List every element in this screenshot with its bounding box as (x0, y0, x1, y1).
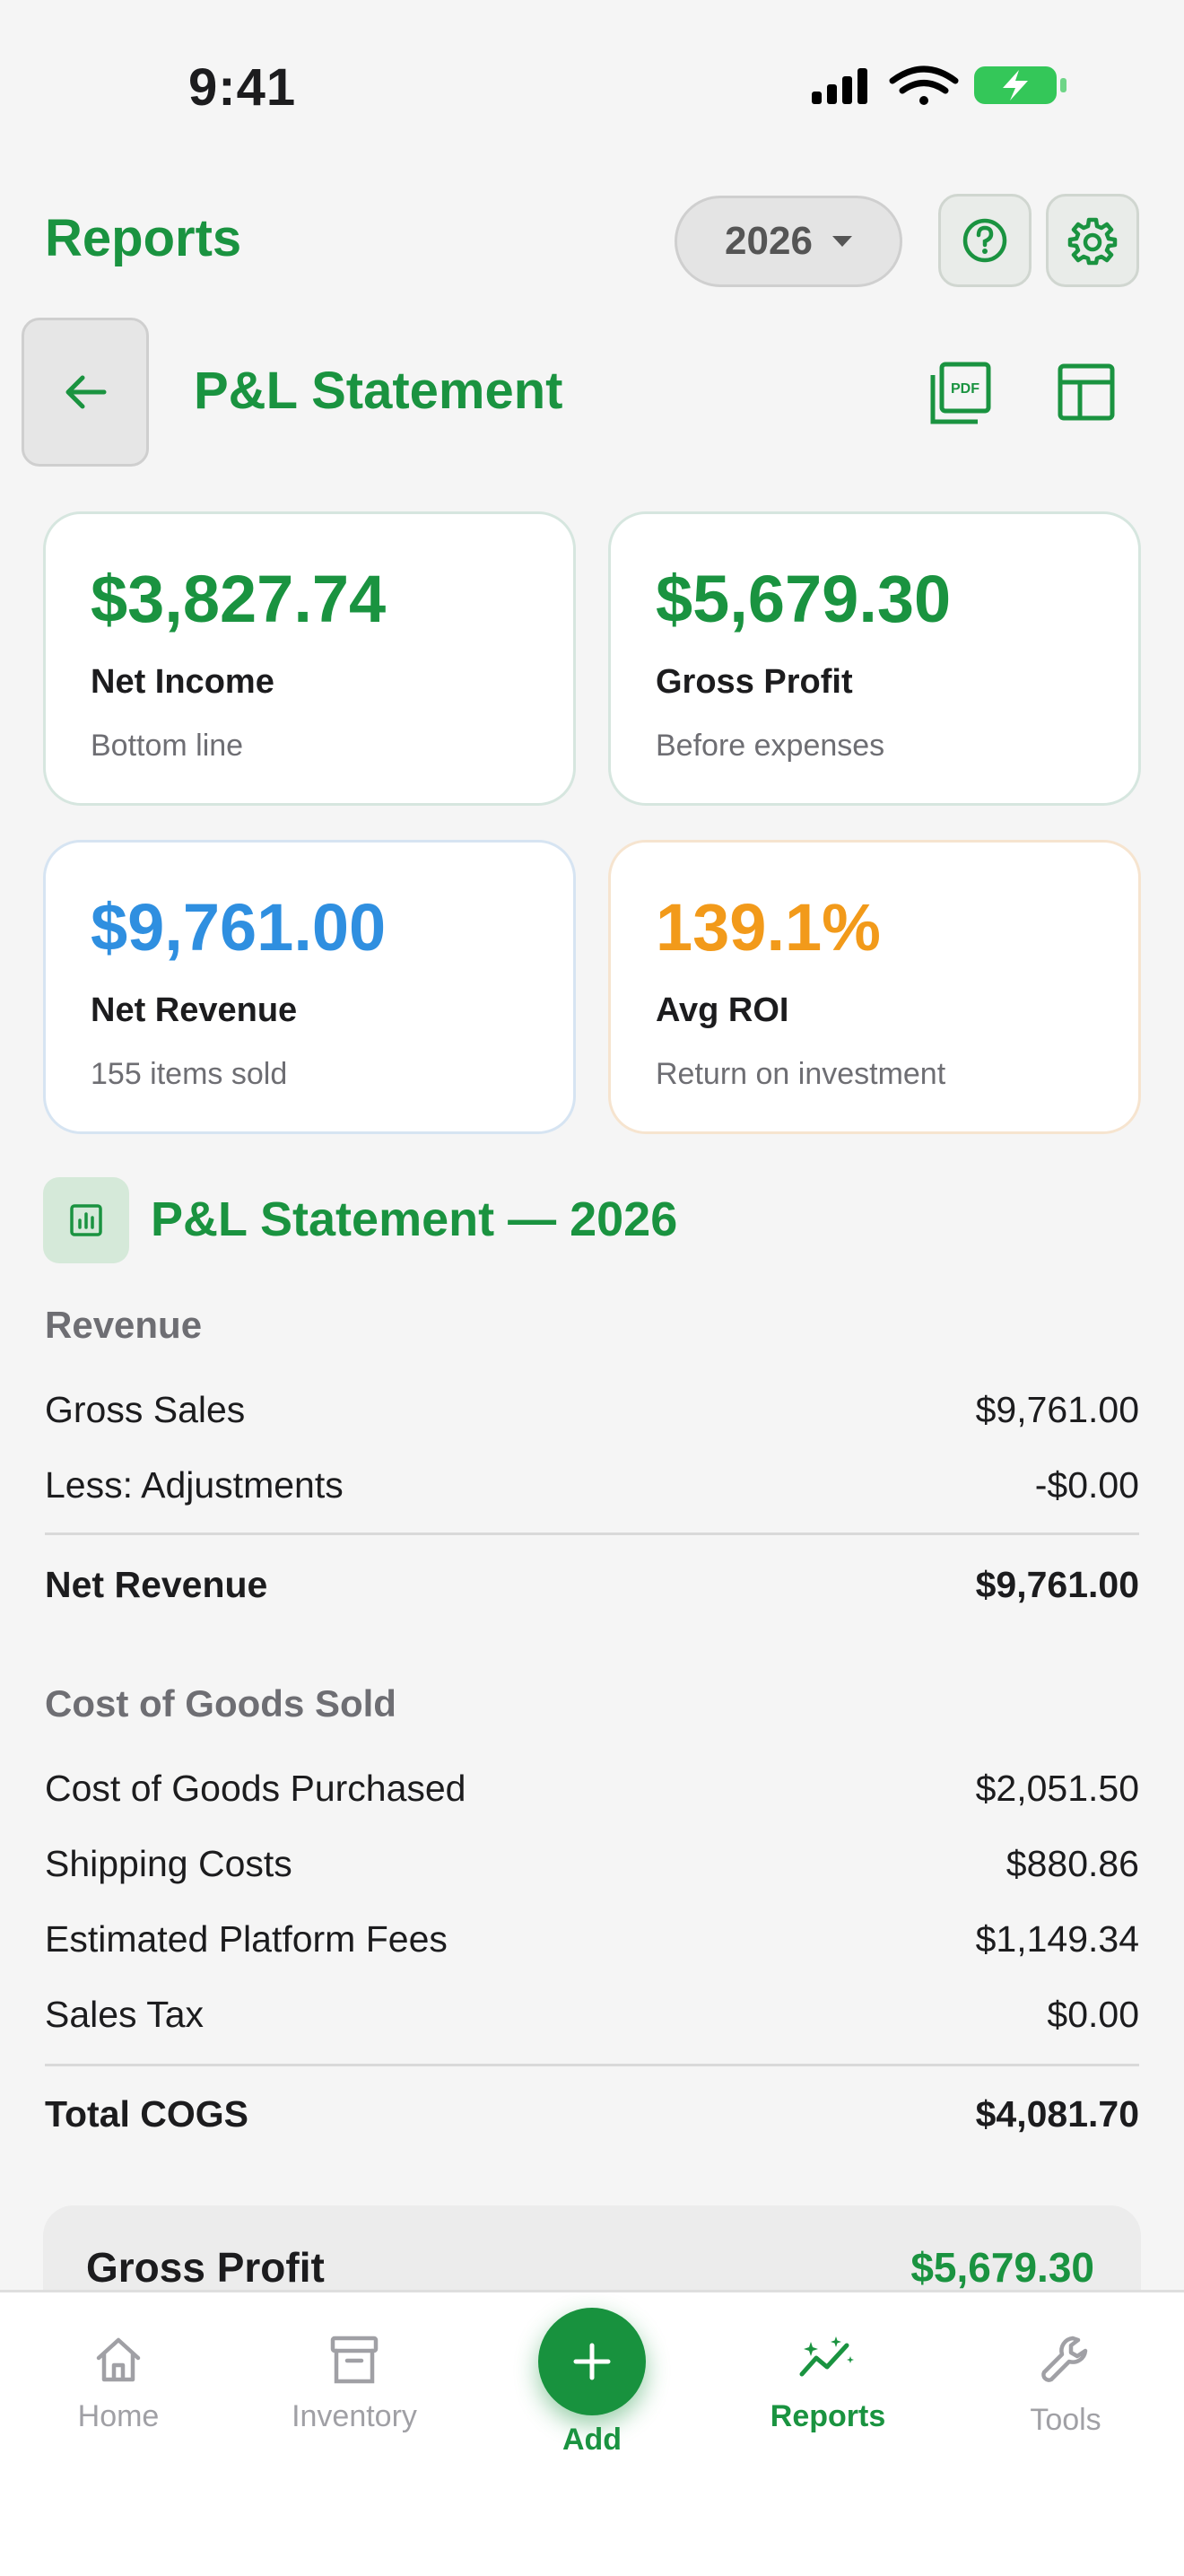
row-label: Sales Tax (45, 1994, 205, 2035)
home-icon (96, 2337, 141, 2382)
statement-row: Sales Tax $0.00 (45, 1994, 1139, 2036)
row-value: $880.86 (1006, 1843, 1139, 1884)
card-label: Net Revenue (91, 991, 298, 1029)
cogs-heading: Cost of Goods Sold (45, 1682, 396, 1725)
signal-icon (812, 68, 867, 104)
settings-button[interactable] (1046, 194, 1139, 287)
gross-profit-label: Gross Profit (86, 2244, 325, 2291)
statement-row: Shipping Costs $880.86 (45, 1843, 1139, 1885)
tab-add-label[interactable]: Add (502, 2423, 682, 2458)
help-icon (962, 218, 1007, 263)
tab-reports[interactable]: Reports (738, 2333, 918, 2434)
help-button[interactable] (938, 194, 1032, 287)
export-table-button[interactable] (1055, 361, 1119, 425)
gear-icon (1067, 217, 1118, 266)
row-label: Less: Adjustments (45, 1464, 344, 1506)
app-title: Reports (45, 209, 242, 267)
card-label: Net Income (91, 663, 274, 701)
card-subtitle: Before expenses (656, 729, 885, 763)
card-label: Avg ROI (656, 991, 789, 1029)
net-revenue-card: $9,761.00 Net Revenue 155 items sold (43, 840, 576, 1134)
row-value: $9,761.00 (975, 1564, 1139, 1605)
card-subtitle: 155 items sold (91, 1057, 288, 1091)
bar-chart-icon (70, 1204, 102, 1236)
row-label: Shipping Costs (45, 1843, 292, 1884)
tab-label: Inventory (292, 2399, 417, 2433)
avg-roi-card: 139.1% Avg ROI Return on investment (608, 840, 1141, 1134)
tab-label: Reports (770, 2399, 886, 2433)
arrow-left-icon (65, 375, 107, 409)
row-value: $9,761.00 (975, 1389, 1139, 1430)
row-value: -$0.00 (1034, 1464, 1139, 1506)
divider (45, 1533, 1139, 1535)
tab-home[interactable]: Home (29, 2333, 208, 2434)
row-label: Net Revenue (45, 1564, 268, 1605)
svg-text:PDF: PDF (951, 381, 979, 397)
statement-title: P&L Statement — 2026 (151, 1192, 678, 1246)
status-icons (812, 65, 1066, 105)
row-value: $2,051.50 (975, 1768, 1139, 1809)
export-pdf-button[interactable]: PDF (924, 359, 996, 431)
row-label: Gross Sales (45, 1389, 246, 1430)
wrench-icon (1041, 2336, 1088, 2382)
row-label: Estimated Platform Fees (45, 1918, 448, 1960)
row-value: $4,081.70 (975, 2093, 1139, 2135)
tab-inventory[interactable]: Inventory (265, 2333, 444, 2434)
card-value: $3,827.74 (91, 562, 387, 636)
statement-section-icon (43, 1177, 129, 1263)
pdf-icon: PDF (930, 362, 991, 424)
wifi-icon (889, 65, 959, 105)
chevron-down-icon (831, 236, 852, 247)
gross-profit-value: $5,679.30 (910, 2244, 1094, 2291)
statement-row: Less: Adjustments -$0.00 (45, 1464, 1139, 1506)
status-time: 9:41 (188, 58, 297, 117)
card-value: $5,679.30 (656, 562, 952, 636)
tab-tools[interactable]: Tools (976, 2333, 1155, 2438)
chart-sparkle-icon (799, 2336, 854, 2377)
statement-total-row: Net Revenue $9,761.00 (45, 1564, 1139, 1606)
tab-label: Home (77, 2399, 160, 2433)
year-value: 2026 (725, 219, 813, 263)
statement-total-row: Total COGS $4,081.70 (45, 2093, 1139, 2135)
row-label: Cost of Goods Purchased (45, 1768, 466, 1809)
card-value: $9,761.00 (91, 890, 387, 965)
archive-box-icon (330, 2336, 379, 2384)
card-label: Gross Profit (656, 663, 853, 701)
card-subtitle: Bottom line (91, 729, 244, 763)
row-label: Total COGS (45, 2093, 249, 2135)
row-value: $0.00 (1047, 1994, 1139, 2035)
statement-row: Gross Sales $9,761.00 (45, 1389, 1139, 1431)
gross-profit-card: $5,679.30 Gross Profit Before expenses (608, 511, 1141, 806)
year-selector[interactable]: 2026 (675, 196, 902, 287)
add-button[interactable] (538, 2308, 646, 2415)
divider (45, 2064, 1139, 2066)
tab-label: Tools (1030, 2403, 1101, 2437)
card-subtitle: Return on investment (656, 1057, 946, 1091)
net-income-card: $3,827.74 Net Income Bottom line (43, 511, 576, 806)
statement-row: Cost of Goods Purchased $2,051.50 (45, 1768, 1139, 1810)
row-value: $1,149.34 (975, 1918, 1139, 1960)
table-icon (1058, 363, 1115, 421)
back-button[interactable] (22, 318, 149, 467)
revenue-heading: Revenue (45, 1304, 203, 1346)
statement-row: Estimated Platform Fees $1,149.34 (45, 1918, 1139, 1960)
page-title: P&L Statement (194, 362, 563, 420)
battery-icon (974, 66, 1066, 104)
card-value: 139.1% (656, 890, 881, 965)
plus-icon (573, 2343, 611, 2380)
